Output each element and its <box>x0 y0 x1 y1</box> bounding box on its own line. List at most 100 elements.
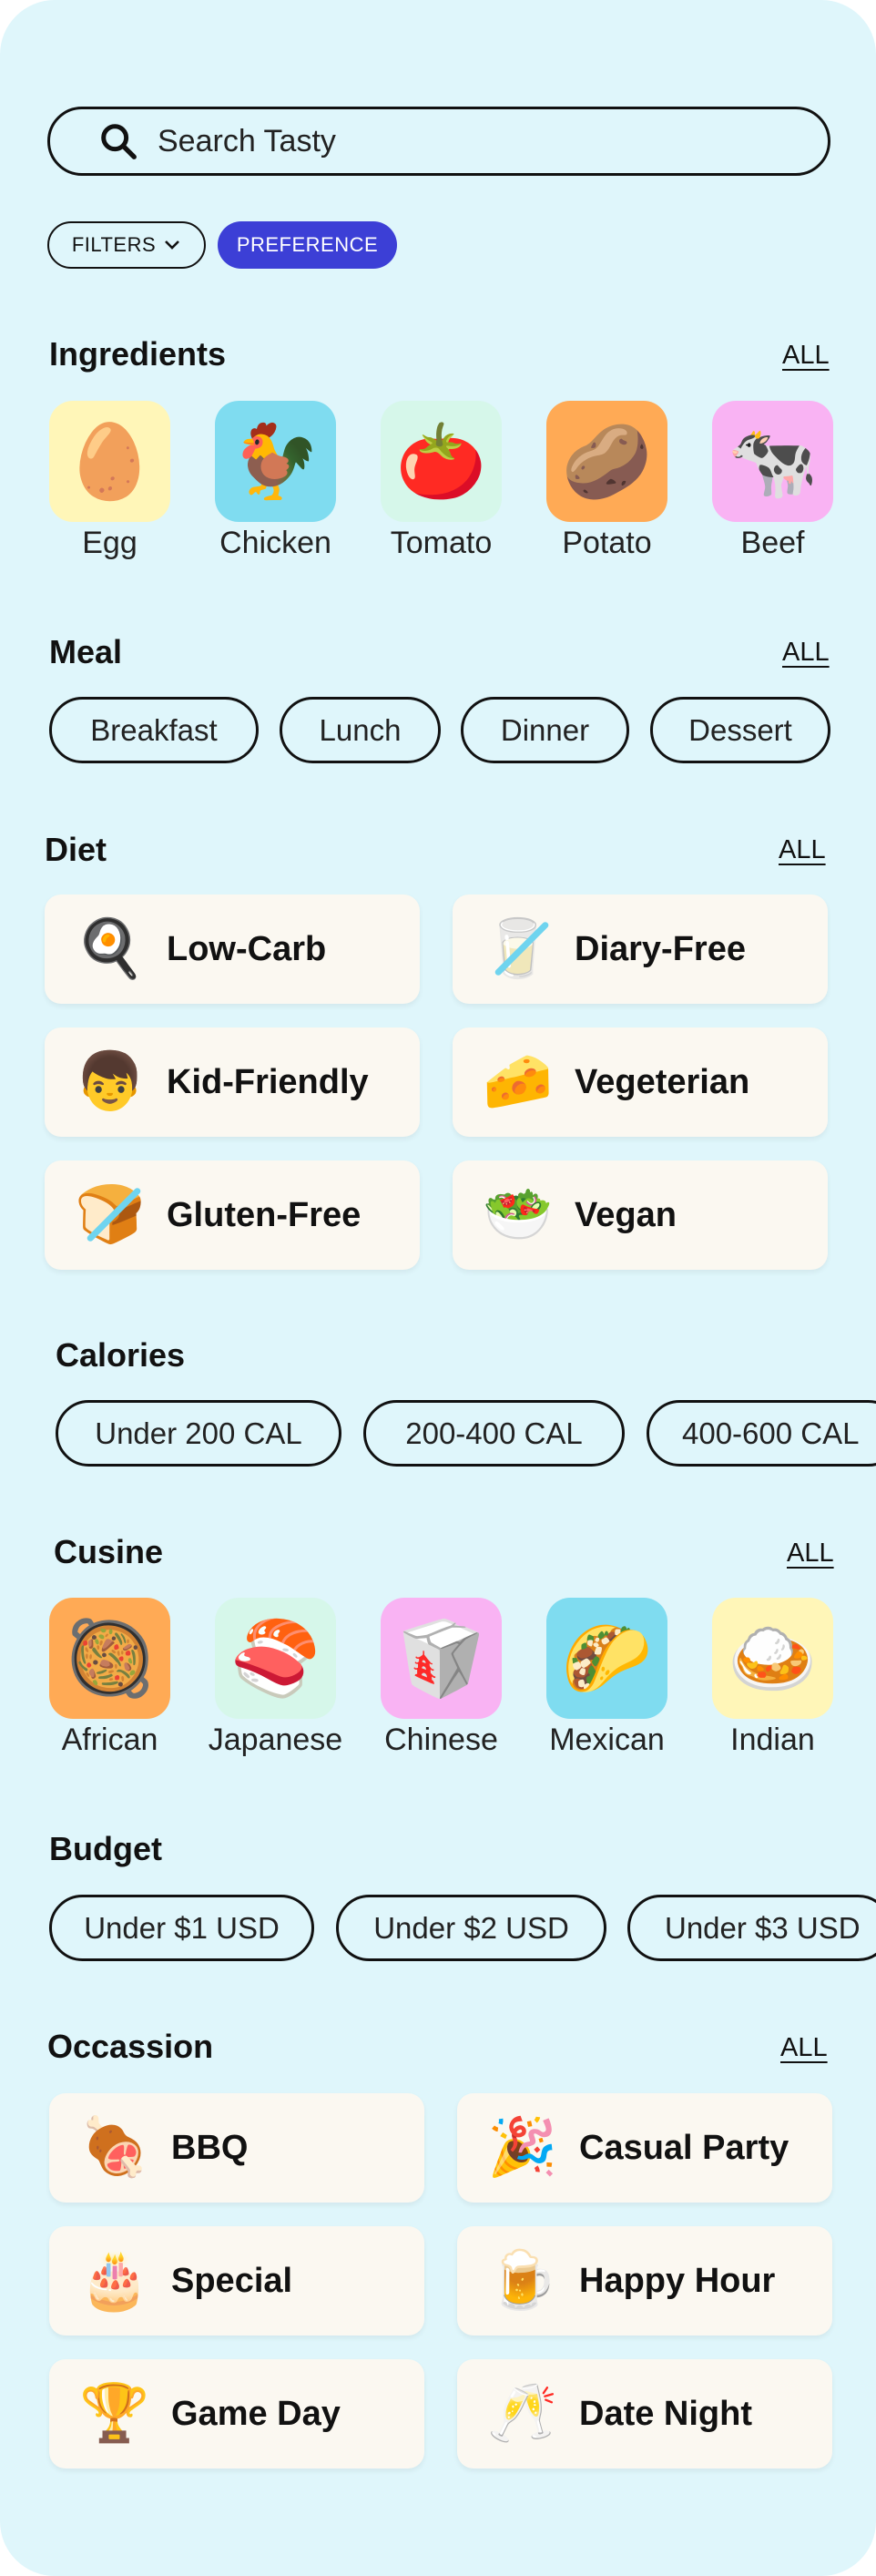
ingredient-item[interactable]: 🍅 Tomato <box>381 401 502 561</box>
cuisine-label: Chinese <box>384 1722 498 1757</box>
calories-chip-under-200[interactable]: Under 200 CAL <box>56 1400 341 1467</box>
filters-button[interactable]: FILTERS <box>47 221 206 269</box>
search-input[interactable] <box>158 123 795 159</box>
budget-title: Budget <box>49 1830 162 1867</box>
ingredient-item[interactable]: 🥚 Egg <box>49 401 170 561</box>
diet-card-label: Vegeterian <box>575 1062 750 1101</box>
occasion-card-date-night[interactable]: 🥂 Date Night <box>457 2359 832 2469</box>
occasion-card-special[interactable]: 🎂 Special <box>49 2226 424 2336</box>
chicken-icon: 🐓 <box>215 401 336 522</box>
cuisine-item[interactable]: 🍛 Indian <box>712 1598 833 1758</box>
meal-chip-lunch[interactable]: Lunch <box>280 697 441 763</box>
party-popper-icon: 🎉 <box>487 2116 558 2179</box>
occasion-card-bbq[interactable]: 🍖 BBQ <box>49 2093 424 2203</box>
takeout-box-icon: 🥡 <box>381 1598 502 1719</box>
occasion-card-label: BBQ <box>171 2128 249 2167</box>
occasion-card-happy-hour[interactable]: 🍺 Happy Hour <box>457 2226 832 2336</box>
filter-screen: FILTERS PREFERENCE Ingredients ALL 🥚 Egg… <box>0 0 876 2576</box>
child-icon: 👦 <box>75 1050 146 1113</box>
occasion-cards: 🍖 BBQ 🎉 Casual Party 🎂 Special 🍺 Happy H… <box>0 2093 876 2469</box>
ingredients-list: 🥚 Egg 🐓 Chicken 🍅 Tomato 🥔 Potato 🐄 Beef <box>0 401 876 560</box>
trophy-icon: 🏆 <box>79 2382 150 2445</box>
budget-chips: Under $1 USD Under $2 USD Under $3 USD <box>0 1895 876 1964</box>
cuisine-title: Cusine <box>54 1533 164 1570</box>
cuisine-label: Mexican <box>549 1722 665 1757</box>
meal-chip-dessert[interactable]: Dessert <box>650 697 830 763</box>
preference-label: PREFERENCE <box>236 233 379 256</box>
diet-title: Diet <box>45 831 107 868</box>
diet-card-label: Diary-Free <box>575 929 746 968</box>
cheese-icon: 🧀 <box>483 1050 554 1113</box>
meal-title: Meal <box>49 633 123 670</box>
bread-crossed-icon: 🍞 <box>74 1179 147 1252</box>
egg-icon: 🥚 <box>49 401 170 522</box>
budget-chip-under-1[interactable]: Under $1 USD <box>49 1895 314 1961</box>
budget-chip-under-3[interactable]: Under $3 USD <box>627 1895 876 1961</box>
budget-chip-under-2[interactable]: Under $2 USD <box>336 1895 606 1961</box>
milk-crossed-icon: 🥛 <box>482 913 555 986</box>
diet-card-kid-friendly[interactable]: 👦 Kid-Friendly <box>45 1027 420 1137</box>
diet-card-low-carb[interactable]: 🍳 Low-Carb <box>45 894 420 1004</box>
search-icon <box>101 124 137 159</box>
curry-rice-icon: 🍛 <box>712 1598 833 1719</box>
diet-card-label: Vegan <box>575 1195 677 1234</box>
african-dish-icon: 🥘 <box>49 1598 170 1719</box>
meal-all-link[interactable]: ALL <box>782 638 830 668</box>
diet-card-label: Kid-Friendly <box>167 1062 369 1101</box>
ingredient-label: Chicken <box>219 526 331 560</box>
diet-card-dairy-free[interactable]: 🥛 Diary-Free <box>453 894 828 1004</box>
meal-chip-breakfast[interactable]: Breakfast <box>49 697 259 763</box>
salad-icon: 🥗 <box>483 1183 554 1246</box>
cuisine-list: 🥘 African 🍣 Japanese 🥡 Chinese 🌮 Mexican… <box>0 1598 876 1757</box>
meal-chip-dinner[interactable]: Dinner <box>461 697 629 763</box>
cuisine-all-link[interactable]: ALL <box>787 1538 834 1569</box>
search-bar[interactable] <box>47 107 830 176</box>
calories-chips: Under 200 CAL 200-400 CAL 400-600 CAL <box>0 1400 876 1469</box>
ingredient-label: Egg <box>82 526 138 560</box>
occasion-card-label: Happy Hour <box>579 2261 776 2300</box>
chevron-down-icon <box>165 240 180 250</box>
ingredients-all-link[interactable]: ALL <box>782 341 830 371</box>
ingredient-label: Beef <box>740 526 805 560</box>
ingredient-label: Potato <box>562 526 652 560</box>
diet-card-vegetarian[interactable]: 🧀 Vegeterian <box>453 1027 828 1137</box>
diet-card-gluten-free[interactable]: 🍞 Gluten-Free <box>45 1160 420 1270</box>
beer-mug-icon: 🍺 <box>487 2249 558 2312</box>
ingredient-item[interactable]: 🥔 Potato <box>546 401 667 561</box>
ingredient-item[interactable]: 🐓 Chicken <box>215 401 336 561</box>
diet-card-label: Gluten-Free <box>167 1195 362 1234</box>
preference-button[interactable]: PREFERENCE <box>218 221 397 269</box>
diet-cards: 🍳 Low-Carb 🥛 Diary-Free 👦 Kid-Friendly 🧀… <box>0 894 876 1270</box>
cuisine-item[interactable]: 🌮 Mexican <box>546 1598 667 1758</box>
calories-chip-400-600[interactable]: 400-600 CAL <box>647 1400 876 1467</box>
cuisine-item[interactable]: 🥘 African <box>49 1598 170 1758</box>
ingredient-label: Tomato <box>390 526 493 560</box>
occasion-card-label: Game Day <box>171 2394 341 2433</box>
tomato-icon: 🍅 <box>381 401 502 522</box>
cuisine-label: Indian <box>730 1722 815 1757</box>
filters-label: FILTERS <box>71 233 157 256</box>
diet-all-link[interactable]: ALL <box>779 835 826 865</box>
cuisine-item[interactable]: 🍣 Japanese <box>209 1598 342 1758</box>
champagne-glasses-icon: 🥂 <box>487 2382 558 2445</box>
occasion-card-casual-party[interactable]: 🎉 Casual Party <box>457 2093 832 2203</box>
calories-title: Calories <box>56 1336 186 1374</box>
calories-chip-200-400[interactable]: 200-400 CAL <box>363 1400 625 1467</box>
ingredients-title: Ingredients <box>49 335 227 373</box>
diet-card-label: Low-Carb <box>167 929 327 968</box>
occasion-title: Occassion <box>47 2028 214 2065</box>
occasion-card-label: Date Night <box>579 2394 752 2433</box>
meat-on-bone-icon: 🍖 <box>79 2116 150 2179</box>
cuisine-label: African <box>61 1722 158 1757</box>
taco-icon: 🌮 <box>546 1598 667 1719</box>
occasion-card-label: Casual Party <box>579 2128 789 2167</box>
diet-card-vegan[interactable]: 🥗 Vegan <box>453 1160 828 1270</box>
cuisine-item[interactable]: 🥡 Chinese <box>381 1598 502 1758</box>
occasion-all-link[interactable]: ALL <box>780 2033 828 2063</box>
ingredient-item[interactable]: 🐄 Beef <box>712 401 833 561</box>
occasion-card-label: Special <box>171 2261 293 2300</box>
occasion-card-game-day[interactable]: 🏆 Game Day <box>49 2359 424 2469</box>
potato-icon: 🥔 <box>546 401 667 522</box>
sushi-icon: 🍣 <box>215 1598 336 1719</box>
frying-pan-icon: 🍳 <box>75 917 146 980</box>
